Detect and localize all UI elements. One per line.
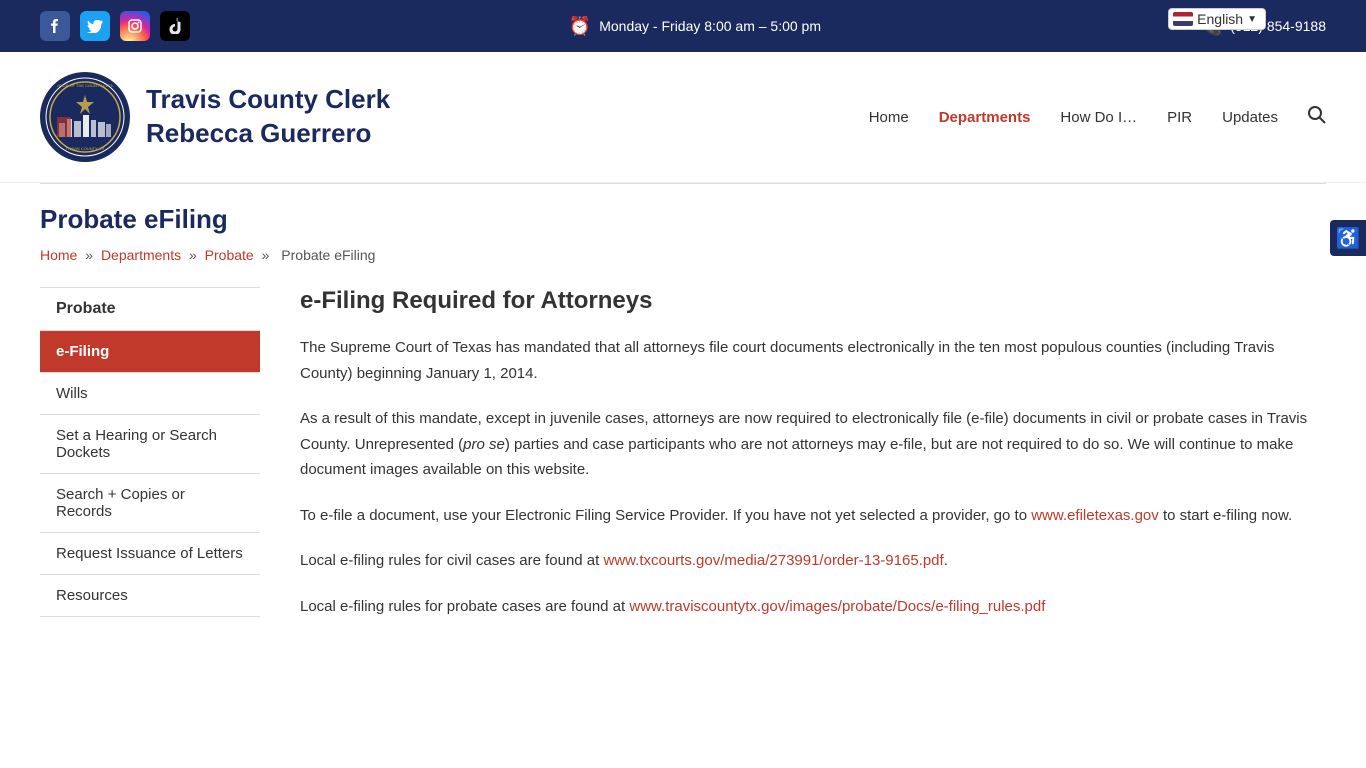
logo-area: TRAVIS COUNTY, TX OFFICE OF THE COUNTY C… xyxy=(40,72,390,162)
search-button[interactable] xyxy=(1308,106,1326,129)
hours-info: ⏰ Monday - Friday 8:00 am – 5:00 pm xyxy=(569,16,821,37)
breadcrumb-home[interactable]: Home xyxy=(40,247,77,263)
main-nav: Home Departments How Do I… PIR Updates xyxy=(869,106,1326,129)
breadcrumb-sep1: » xyxy=(85,247,97,263)
content-para-1: The Supreme Court of Texas has mandated … xyxy=(300,335,1326,386)
title-line1: Travis County Clerk xyxy=(146,83,390,117)
nav-home[interactable]: Home xyxy=(869,109,909,126)
content-para-3: To e-file a document, use your Electroni… xyxy=(300,503,1326,529)
nav-pir[interactable]: PIR xyxy=(1167,109,1192,126)
sidebar-item-request-letters[interactable]: Request Issuance of Letters xyxy=(40,532,260,574)
breadcrumb: Home » Departments » Probate » Probate e… xyxy=(40,247,1326,263)
sidebar-item-wills[interactable]: Wills xyxy=(40,372,260,414)
sidebar-item-resources[interactable]: Resources xyxy=(40,574,260,617)
flag-icon xyxy=(1173,12,1193,26)
sidebar: Probate e-Filing Wills Set a Hearing or … xyxy=(40,287,260,639)
nav-how-do-i[interactable]: How Do I… xyxy=(1060,109,1137,126)
content-para-2: As a result of this mandate, except in j… xyxy=(300,406,1326,483)
page-title: Probate eFiling xyxy=(40,204,1326,235)
breadcrumb-sep2: » xyxy=(189,247,201,263)
txcourts-link[interactable]: www.txcourts.gov/media/273991/order-13-9… xyxy=(603,552,943,569)
language-selector[interactable]: English ▼ xyxy=(1168,8,1266,30)
language-label: English xyxy=(1197,11,1243,27)
content-para-5: Local e-filing rules for probate cases a… xyxy=(300,594,1326,620)
header: TRAVIS COUNTY, TX OFFICE OF THE COUNTY C… xyxy=(0,52,1366,183)
tiktok-icon[interactable] xyxy=(160,11,190,41)
facebook-icon[interactable] xyxy=(40,11,70,41)
logo-circle: TRAVIS COUNTY, TX OFFICE OF THE COUNTY C… xyxy=(40,72,130,162)
hours-text: Monday - Friday 8:00 am – 5:00 pm xyxy=(599,18,821,34)
breadcrumb-sep3: » xyxy=(262,247,274,263)
content-para-4: Local e-filing rules for civil cases are… xyxy=(300,548,1326,574)
sidebar-item-hearing[interactable]: Set a Hearing or Search Dockets xyxy=(40,414,260,473)
page-content: Probate eFiling Home » Departments » Pro… xyxy=(0,184,1366,679)
nav-departments[interactable]: Departments xyxy=(939,109,1031,126)
social-icons xyxy=(40,11,190,41)
sidebar-item-search-copies[interactable]: Search + Copies or Records xyxy=(40,473,260,532)
title-line2: Rebecca Guerrero xyxy=(146,117,390,151)
breadcrumb-probate[interactable]: Probate xyxy=(205,247,254,263)
clock-icon: ⏰ xyxy=(569,16,591,37)
site-title: Travis County Clerk Rebecca Guerrero xyxy=(146,83,390,151)
content-title: e-Filing Required for Attorneys xyxy=(300,287,1326,315)
instagram-icon[interactable] xyxy=(120,11,150,41)
sidebar-group-title: Probate xyxy=(40,287,260,330)
svg-text:TRAVIS COUNTY, TX: TRAVIS COUNTY, TX xyxy=(66,146,105,151)
breadcrumb-current: Probate eFiling xyxy=(281,247,375,263)
two-column-layout: Probate e-Filing Wills Set a Hearing or … xyxy=(40,287,1326,639)
traviscountytx-link[interactable]: www.traviscountytx.gov/images/probate/Do… xyxy=(629,598,1045,615)
efiletexas-link[interactable]: www.efiletexas.gov xyxy=(1031,507,1159,524)
top-bar: ⏰ Monday - Friday 8:00 am – 5:00 pm 📞 (5… xyxy=(0,0,1366,52)
accessibility-button[interactable]: ♿ xyxy=(1330,220,1366,256)
twitter-icon[interactable] xyxy=(80,11,110,41)
chevron-down-icon: ▼ xyxy=(1247,14,1257,25)
nav-updates[interactable]: Updates xyxy=(1222,109,1278,126)
sidebar-item-efiling[interactable]: e-Filing xyxy=(40,330,260,372)
main-content: e-Filing Required for Attorneys The Supr… xyxy=(260,287,1326,639)
breadcrumb-departments[interactable]: Departments xyxy=(101,247,181,263)
svg-text:OFFICE OF THE COUNTY CLERK: OFFICE OF THE COUNTY CLERK xyxy=(54,83,117,88)
